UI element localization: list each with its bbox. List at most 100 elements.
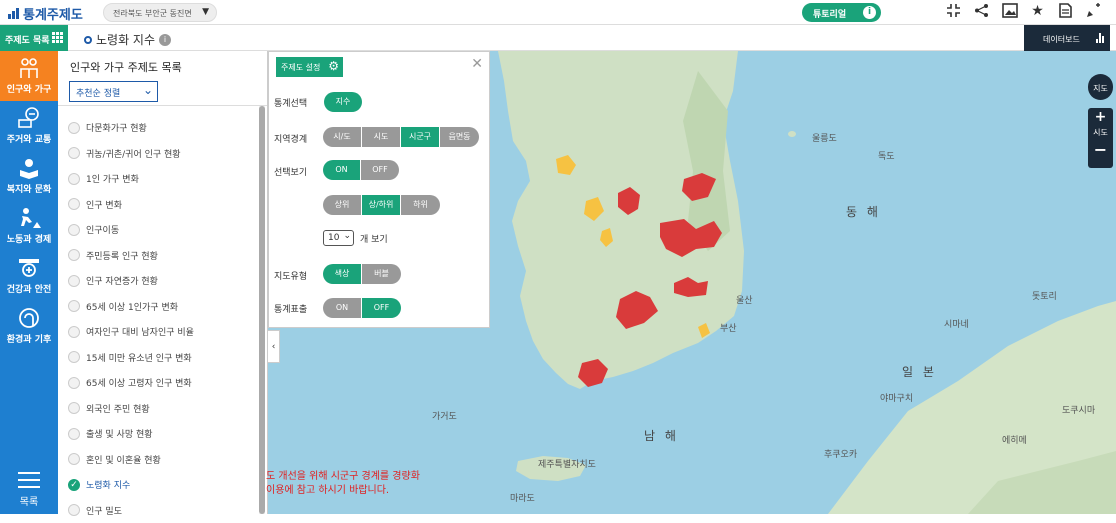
map-type-button[interactable]: 지도 — [1088, 74, 1113, 100]
list-item[interactable]: 1인 가구 변화 — [68, 166, 258, 192]
settings-button-label: 주제도 설정 — [281, 63, 320, 72]
list-item[interactable]: 혼인 및 이혼율 현황 — [68, 447, 258, 473]
settings-button[interactable]: 주제도 설정 ⚙ — [276, 57, 343, 77]
list-item[interactable]: 65세 이상 고령자 인구 변화 — [68, 370, 258, 396]
sidebar-item-health[interactable]: 건강과 안전 — [0, 251, 58, 301]
sidebar-item-label: 노동과 경제 — [0, 232, 58, 245]
notice-text: 도 개선을 위해 시군구 경계를 경량화 이용에 참고 하시기 바랍니다. — [266, 470, 420, 498]
info-icon[interactable]: i — [159, 34, 171, 46]
tutorial-label: 튜토리얼 — [813, 10, 846, 20]
list-item-label: 인구 자연증가 현황 — [86, 274, 158, 287]
app-title: 통계주제도 — [23, 4, 83, 23]
radio-icon — [68, 122, 80, 134]
stat-option[interactable]: 지수 — [324, 92, 362, 112]
map-label-place: 독도 — [878, 149, 895, 162]
list-item[interactable]: 15세 미만 유소년 인구 변화 — [68, 345, 258, 371]
rank-filter-option[interactable]: 상/하위 — [362, 195, 401, 215]
zoom-in-icon[interactable]: + — [1088, 108, 1113, 126]
list-item[interactable]: 여자인구 대비 남자인구 비율 — [68, 319, 258, 345]
list-item[interactable]: 인구 자연증가 현황 — [68, 268, 258, 294]
dashboard-button[interactable]: 데이터보드 — [1024, 25, 1110, 51]
map-label-place: 후쿠오카 — [824, 447, 857, 460]
sidebar-item-label: 인구와 가구 — [0, 82, 58, 95]
list-item-label: 인구 밀도 — [86, 504, 122, 517]
list-item[interactable]: 다문화가구 현황 — [68, 115, 258, 141]
rank-filter-option[interactable]: 하위 — [401, 195, 440, 215]
document-icon[interactable] — [1057, 3, 1074, 20]
hamburger-icon — [18, 472, 40, 488]
topic-list-panel: 인구와 가구 주제도 목록 추천순 정렬 ⌄ 다문화가구 현황귀농/귀촌/귀어 … — [58, 51, 268, 514]
map-label-place: 가거도 — [432, 409, 457, 422]
share-icon[interactable] — [973, 3, 990, 20]
close-icon[interactable]: ✕ — [471, 56, 483, 72]
map-label-place: 시마네 — [944, 317, 969, 330]
list-item-label: 주민등록 인구 현황 — [86, 249, 158, 262]
region-border-option[interactable]: 시군구 — [401, 127, 440, 147]
radio-icon — [68, 275, 80, 287]
grid-icon — [52, 32, 63, 43]
region-selector-value: 전라북도 부안군 동진면 — [113, 9, 192, 18]
list-item-label: 15세 미만 유소년 인구 변화 — [86, 351, 192, 364]
scrollbar-thumb[interactable] — [259, 106, 265, 514]
region-selector[interactable]: 전라북도 부안군 동진면 ▼ — [103, 3, 217, 22]
sidebar-item-welfare[interactable]: 복지와 문화 — [0, 151, 58, 201]
zoom-out-icon[interactable]: − — [1088, 140, 1113, 160]
list-item[interactable]: 인구 변화 — [68, 192, 258, 218]
stat-display-option[interactable]: OFF — [362, 298, 401, 318]
notice-line: 도 개선을 위해 시군구 경계를 경량화 — [266, 470, 420, 484]
list-item[interactable]: 귀농/귀촌/귀어 인구 현황 — [68, 141, 258, 167]
sidebar-item-environment[interactable]: 환경과 기후 — [0, 301, 58, 351]
map-type-option[interactable]: 색상 — [323, 264, 362, 284]
sort-select[interactable]: 추천순 정렬 ⌄ — [69, 81, 158, 102]
tutorial-button[interactable]: 튜토리얼 i — [802, 3, 881, 22]
map-type-option[interactable]: 버블 — [362, 264, 401, 284]
list-item[interactable]: 주민등록 인구 현황 — [68, 243, 258, 269]
toc-button[interactable]: 주제도 목록 — [0, 25, 68, 51]
region-border-option[interactable]: 읍면동 — [440, 127, 479, 147]
list-item[interactable]: 인구 밀도 — [68, 498, 258, 523]
rank-filter-option[interactable]: 상위 — [323, 195, 362, 215]
image-icon[interactable] — [1001, 3, 1018, 20]
rank-filter-group: 상위상/하위하위 — [323, 195, 440, 215]
bar-chart-icon — [1096, 33, 1104, 43]
dashboard-label: 데이터보드 — [1043, 35, 1080, 44]
app-logo[interactable]: 통계주제도 — [8, 4, 83, 23]
stat-display-option[interactable]: ON — [323, 298, 362, 318]
sidebar-item-population[interactable]: 인구와 가구 — [0, 51, 58, 101]
list-item[interactable]: 65세 이상 1인가구 변화 — [68, 294, 258, 320]
map-label-place: 울산 — [736, 293, 753, 306]
sub-bar: 주제도 목록 노령화 지수 i 데이터보드 — [0, 25, 1116, 51]
chevron-left-icon: ‹ — [272, 342, 276, 352]
radio-icon — [68, 224, 80, 236]
collapse-panel-button[interactable]: ‹ — [268, 330, 280, 363]
count-select[interactable]: 10 ⌄ — [323, 230, 354, 246]
scrollbar[interactable] — [259, 106, 265, 514]
map-label-place: 마라도 — [510, 491, 535, 504]
people-icon — [17, 56, 41, 80]
shrink-icon[interactable] — [945, 3, 962, 20]
menu-label: 목록 — [20, 497, 38, 508]
select-view-option[interactable]: ON — [323, 160, 361, 180]
list-item-label: 다문화가구 현황 — [86, 121, 147, 134]
sidebar-item-housing[interactable]: 주거와 교통 — [0, 101, 58, 151]
sidebar-item-labor[interactable]: 노동과 경제 — [0, 201, 58, 251]
map-label-japan: 일 본 — [902, 363, 937, 380]
select-view-toggle: ONOFF — [323, 160, 399, 180]
menu-button[interactable]: 목록 — [0, 467, 58, 514]
list-item[interactable]: 인구이동 — [68, 217, 258, 243]
list-item[interactable]: 외국인 주민 현황 — [68, 396, 258, 422]
sidebar-item-label: 건강과 안전 — [0, 282, 58, 295]
pin-icon[interactable] — [1085, 3, 1102, 20]
circle-icon — [84, 36, 92, 44]
radio-icon — [68, 453, 80, 465]
select-view-option[interactable]: OFF — [361, 160, 399, 180]
stat-selector: 지수 — [324, 92, 362, 112]
radio-icon — [68, 377, 80, 389]
region-border-option[interactable]: 시/도 — [323, 127, 362, 147]
list-item[interactable]: ✓노령화 지수 — [68, 472, 258, 498]
region-border-option[interactable]: 시도 — [362, 127, 401, 147]
map-label-east-sea: 동 해 — [846, 203, 881, 220]
star-icon[interactable]: ★ — [1029, 3, 1046, 20]
environment-icon — [17, 306, 41, 330]
list-item[interactable]: 출생 및 사망 현황 — [68, 421, 258, 447]
